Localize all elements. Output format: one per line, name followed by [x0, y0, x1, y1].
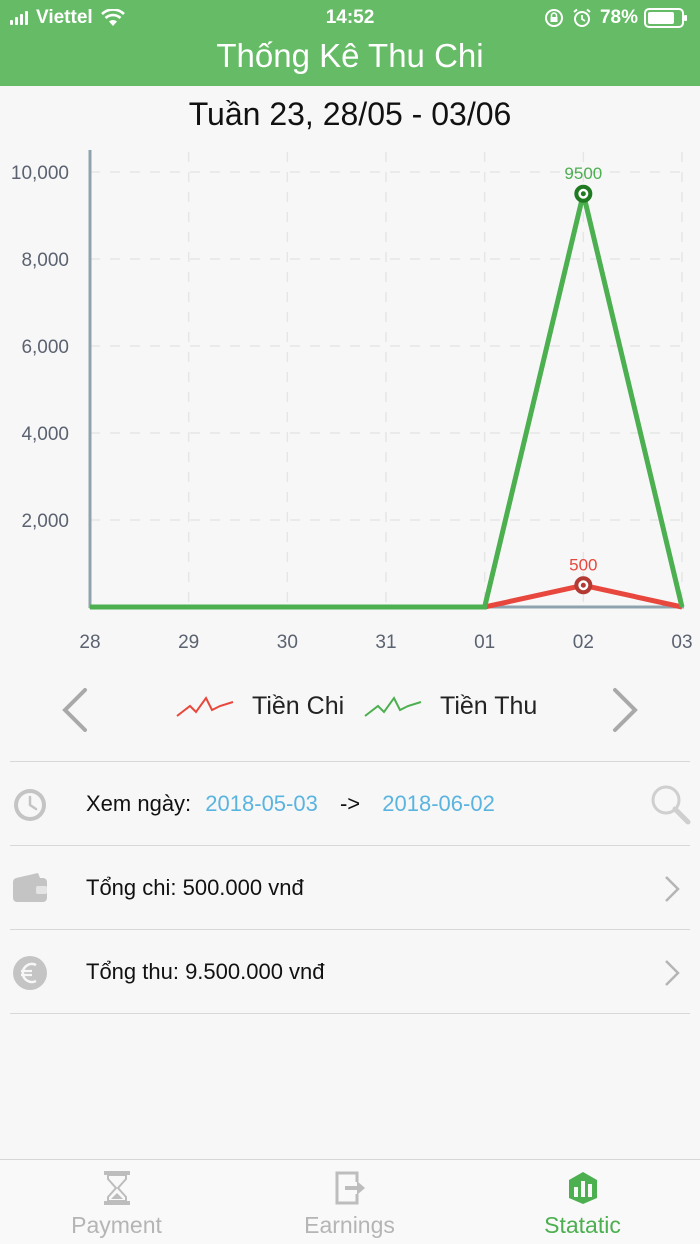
y-tick-label: 8,000: [21, 250, 69, 271]
rotation-lock-icon: [544, 9, 563, 27]
euro-coin-icon: [13, 956, 47, 990]
legend-row: Tiền Chi Tiền Thu: [0, 680, 700, 740]
legend-income-line-icon: [364, 695, 422, 717]
legend-expense-line-icon: [176, 695, 234, 717]
date-to-link[interactable]: 2018-06-02: [382, 791, 495, 816]
tab-earnings[interactable]: Earnings: [233, 1160, 466, 1244]
tab-label-earnings: Earnings: [304, 1212, 395, 1238]
y-tick-labels: 2,000 4,000 6,000 8,000 10,000: [11, 163, 69, 532]
legend-label-expense: Tiền Chi: [252, 692, 345, 720]
wallet-icon: [13, 873, 47, 902]
data-point-center: [580, 582, 586, 588]
date-range-arrow: ->: [339, 791, 361, 816]
total-income-text: Tổng thu: 9.500.000 vnđ: [86, 959, 325, 984]
x-tick-label: 31: [375, 632, 396, 653]
legend-item-income: Tiền Thu: [364, 692, 537, 721]
legend-label-income: Tiền Thu: [440, 692, 538, 720]
stats-icon: [569, 1172, 597, 1204]
tab-statatic[interactable]: Statatic: [466, 1160, 699, 1244]
x-tick-label: 01: [474, 632, 495, 653]
date-from-link[interactable]: 2018-05-03: [205, 791, 318, 816]
total-income-row[interactable]: Tổng thu: 9.500.000 vnđ: [0, 930, 700, 1014]
chevron-left-icon: [62, 688, 87, 732]
battery-icon: [644, 8, 687, 28]
export-icon: [335, 1171, 365, 1205]
x-tick-label: 29: [178, 632, 199, 653]
data-point-center: [580, 191, 586, 197]
tab-bar: Payment Earnings Statatic: [0, 1159, 700, 1244]
x-tick-label: 03: [671, 632, 692, 653]
line-chart: 2,000 4,000 6,000 8,000 10,000 28 29 30 31 01 02 0…: [11, 150, 693, 653]
legend-item-expense: Tiền Chi: [176, 692, 344, 721]
chevron-right-icon: [613, 688, 638, 732]
data-label: 500: [569, 555, 597, 574]
x-tick-label: 02: [573, 632, 594, 653]
data-label: 9500: [564, 164, 602, 183]
prev-week-button[interactable]: [55, 680, 95, 740]
date-filter-text: Xem ngày: 2018-05-03 -> 2018-06-02: [86, 791, 495, 817]
date-filter-row: Xem ngày: 2018-05-03 -> 2018-06-02: [0, 762, 700, 846]
tab-label-payment: Payment: [71, 1212, 162, 1238]
divider: [10, 1013, 690, 1014]
page-title: Thống Kê Thu Chi: [216, 37, 484, 74]
status-bar: Viettel 14:52 78%: [0, 0, 700, 36]
tab-payment[interactable]: Payment: [0, 1160, 233, 1244]
y-tick-label: 6,000: [21, 337, 69, 358]
search-button[interactable]: [648, 782, 692, 826]
hourglass-icon: [104, 1171, 130, 1205]
alarm-icon: [573, 8, 591, 27]
y-tick-label: 2,000: [21, 511, 69, 532]
chevron-right-icon: [665, 960, 680, 986]
chart-grid: [90, 152, 683, 607]
next-week-button[interactable]: [605, 680, 645, 740]
x-tick-label: 28: [79, 632, 100, 653]
x-tick-label: 30: [277, 632, 298, 653]
date-filter-label: Xem ngày:: [86, 791, 192, 816]
y-tick-label: 10,000: [11, 163, 69, 184]
x-tick-labels: 28 29 30 31 01 02 03: [79, 632, 692, 653]
total-expense-text: Tổng chi: 500.000 vnđ: [86, 875, 304, 900]
y-tick-label: 4,000: [21, 424, 69, 445]
clock-icon: [14, 789, 46, 821]
battery-percent: 78%: [599, 7, 638, 28]
chevron-right-icon: [665, 876, 680, 902]
status-right: 78%: [544, 7, 688, 29]
nav-bar: Thống Kê Thu Chi: [0, 36, 700, 86]
week-title: Tuần 23, 28/05 - 03/06: [188, 96, 512, 132]
total-expense-row[interactable]: Tổng chi: 500.000 vnđ: [0, 846, 700, 930]
tab-label-statatic: Statatic: [544, 1212, 621, 1238]
